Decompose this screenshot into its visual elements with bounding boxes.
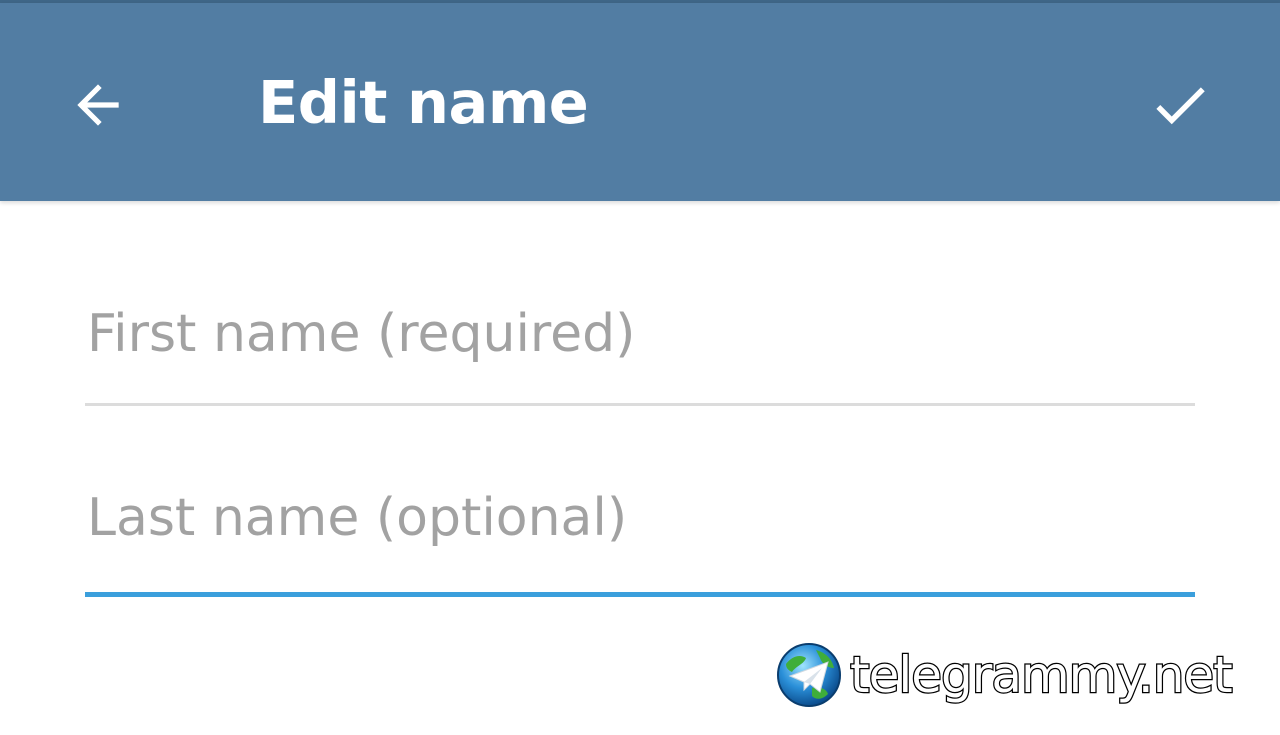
watermark: telegrammy.net — [776, 640, 1234, 710]
telegram-globe-logo-icon — [777, 643, 841, 707]
last-name-field — [85, 478, 1195, 597]
arrow-left-icon — [77, 84, 119, 126]
watermark-text: telegrammy.net — [849, 645, 1234, 706]
done-button[interactable] — [1130, 55, 1230, 155]
first-name-field — [85, 294, 1195, 406]
page-title: Edit name — [258, 68, 589, 137]
edit-name-screen: Edit name First name (required) Last nam… — [0, 0, 1280, 735]
first-name-input[interactable] — [85, 294, 1195, 374]
checkmark-icon — [1156, 87, 1205, 125]
app-bar: Edit name — [0, 3, 1280, 201]
last-name-input[interactable] — [85, 478, 1195, 558]
last-name-underline-focused — [85, 592, 1195, 597]
first-name-underline — [85, 403, 1195, 406]
back-button[interactable] — [48, 55, 148, 155]
